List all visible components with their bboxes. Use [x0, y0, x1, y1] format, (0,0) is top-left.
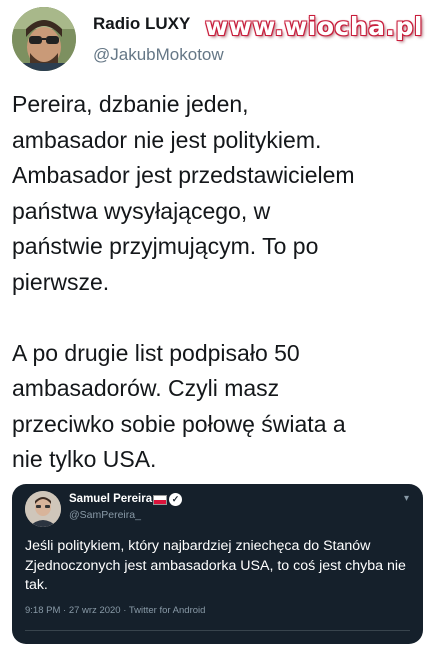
quoted-author-avatar[interactable]: [25, 491, 61, 527]
quoted-tweet-card[interactable]: Samuel Pereira ✓ @SamPereira_ ▾ Jeśli po…: [12, 484, 423, 644]
author-handle[interactable]: @JakubMokotow: [93, 45, 224, 65]
author-name[interactable]: Radio LUXY: [93, 14, 190, 34]
quoted-tweet-text: Jeśli politykiem, który najbardziej znie…: [25, 538, 406, 593]
tweet-header: Radio LUXY @JakubMokotow www.wiocha.pl: [0, 0, 435, 80]
chevron-down-icon[interactable]: ▾: [404, 493, 409, 504]
author-avatar[interactable]: [12, 7, 76, 71]
quoted-tweet-timestamp: 9:18 PM · 27 wrz 2020 · Twitter for Andr…: [25, 605, 206, 616]
verified-badge-icon: ✓: [169, 493, 182, 506]
quoted-author-handle[interactable]: @SamPereira_: [69, 509, 141, 521]
poland-flag-icon: [153, 495, 167, 505]
tweet-text: Pereira, dzbanie jeden, ambasador nie je…: [12, 91, 355, 472]
quoted-author-name[interactable]: Samuel Pereira: [69, 493, 152, 505]
divider: [25, 630, 410, 631]
watermark-logo: www.wiocha.pl: [205, 12, 423, 41]
